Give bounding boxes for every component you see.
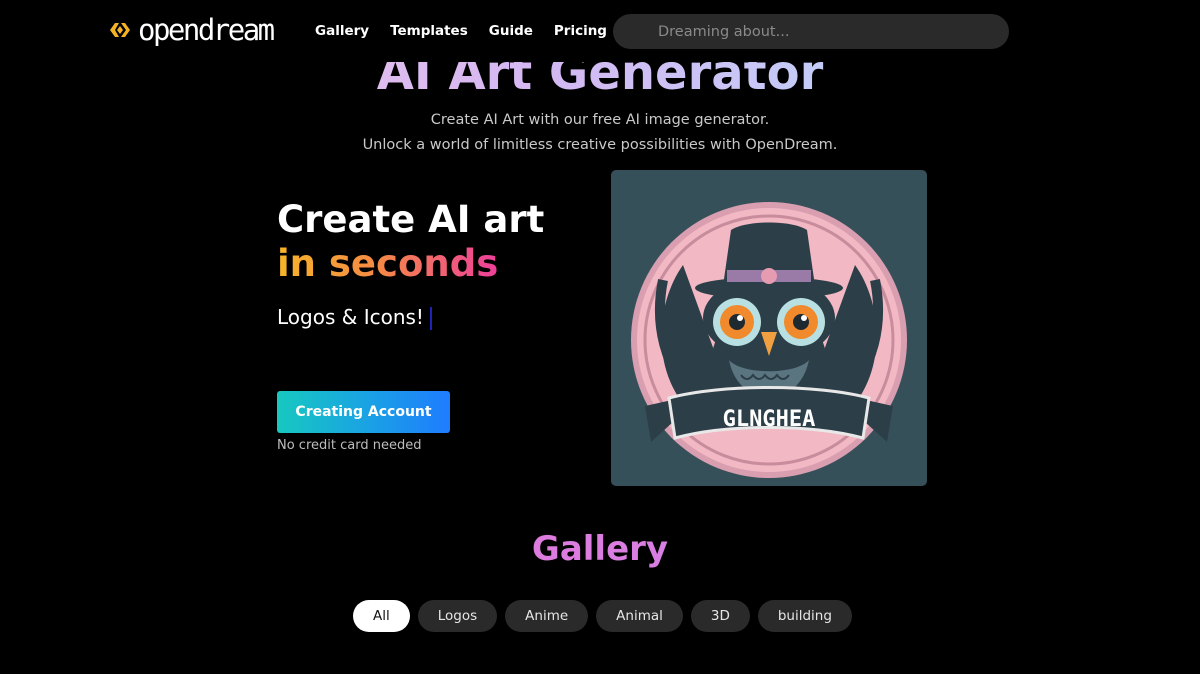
create-heading: Create AI art in seconds bbox=[277, 198, 544, 286]
filter-animal[interactable]: Animal bbox=[596, 600, 683, 632]
main-nav: Gallery Templates Guide Pricing bbox=[315, 22, 628, 40]
create-heading-line1: Create AI art bbox=[277, 198, 545, 241]
showcase-image: GLNGHEA bbox=[611, 170, 927, 486]
owl-logo-illustration: GLNGHEA bbox=[631, 202, 907, 478]
logo-link[interactable]: opendream bbox=[108, 13, 275, 47]
gallery-filters: All Logos Anime Animal 3D building bbox=[353, 600, 852, 632]
typing-text-block: Logos & Icons! bbox=[277, 303, 432, 331]
banner-text: GLNGHEA bbox=[723, 407, 816, 432]
no-credit-card-note: No credit card needed bbox=[277, 438, 422, 453]
text-cursor bbox=[429, 307, 432, 330]
nav-templates[interactable]: Templates bbox=[390, 22, 468, 40]
nav-gallery[interactable]: Gallery bbox=[315, 22, 369, 40]
creating-account-button[interactable]: Creating Account bbox=[277, 391, 450, 433]
filter-all[interactable]: All bbox=[353, 600, 410, 632]
filter-anime[interactable]: Anime bbox=[505, 600, 589, 632]
search-bar bbox=[613, 14, 1009, 49]
opendream-logo-icon bbox=[110, 23, 130, 37]
hero-subtitle-line2: Unlock a world of limitless creative pos… bbox=[362, 137, 838, 153]
nav-pricing[interactable]: Pricing bbox=[554, 22, 607, 40]
create-heading-line2: in seconds bbox=[277, 242, 499, 285]
site-header: opendream Gallery Templates Guide Pricin… bbox=[0, 0, 1200, 62]
filter-3d[interactable]: 3D bbox=[690, 600, 750, 632]
filter-building[interactable]: building bbox=[757, 600, 852, 632]
page: opendream Gallery Templates Guide Pricin… bbox=[0, 0, 1200, 674]
search-input[interactable] bbox=[613, 14, 1009, 49]
typing-text: Logos & Icons! bbox=[277, 305, 424, 329]
gallery-title: Gallery bbox=[0, 526, 1200, 572]
nav-guide[interactable]: Guide bbox=[489, 22, 533, 40]
logo-text: opendream bbox=[138, 13, 275, 47]
hero-subtitle-line1: Create AI Art with our free AI image gen… bbox=[430, 112, 770, 128]
filter-logos[interactable]: Logos bbox=[417, 600, 498, 632]
